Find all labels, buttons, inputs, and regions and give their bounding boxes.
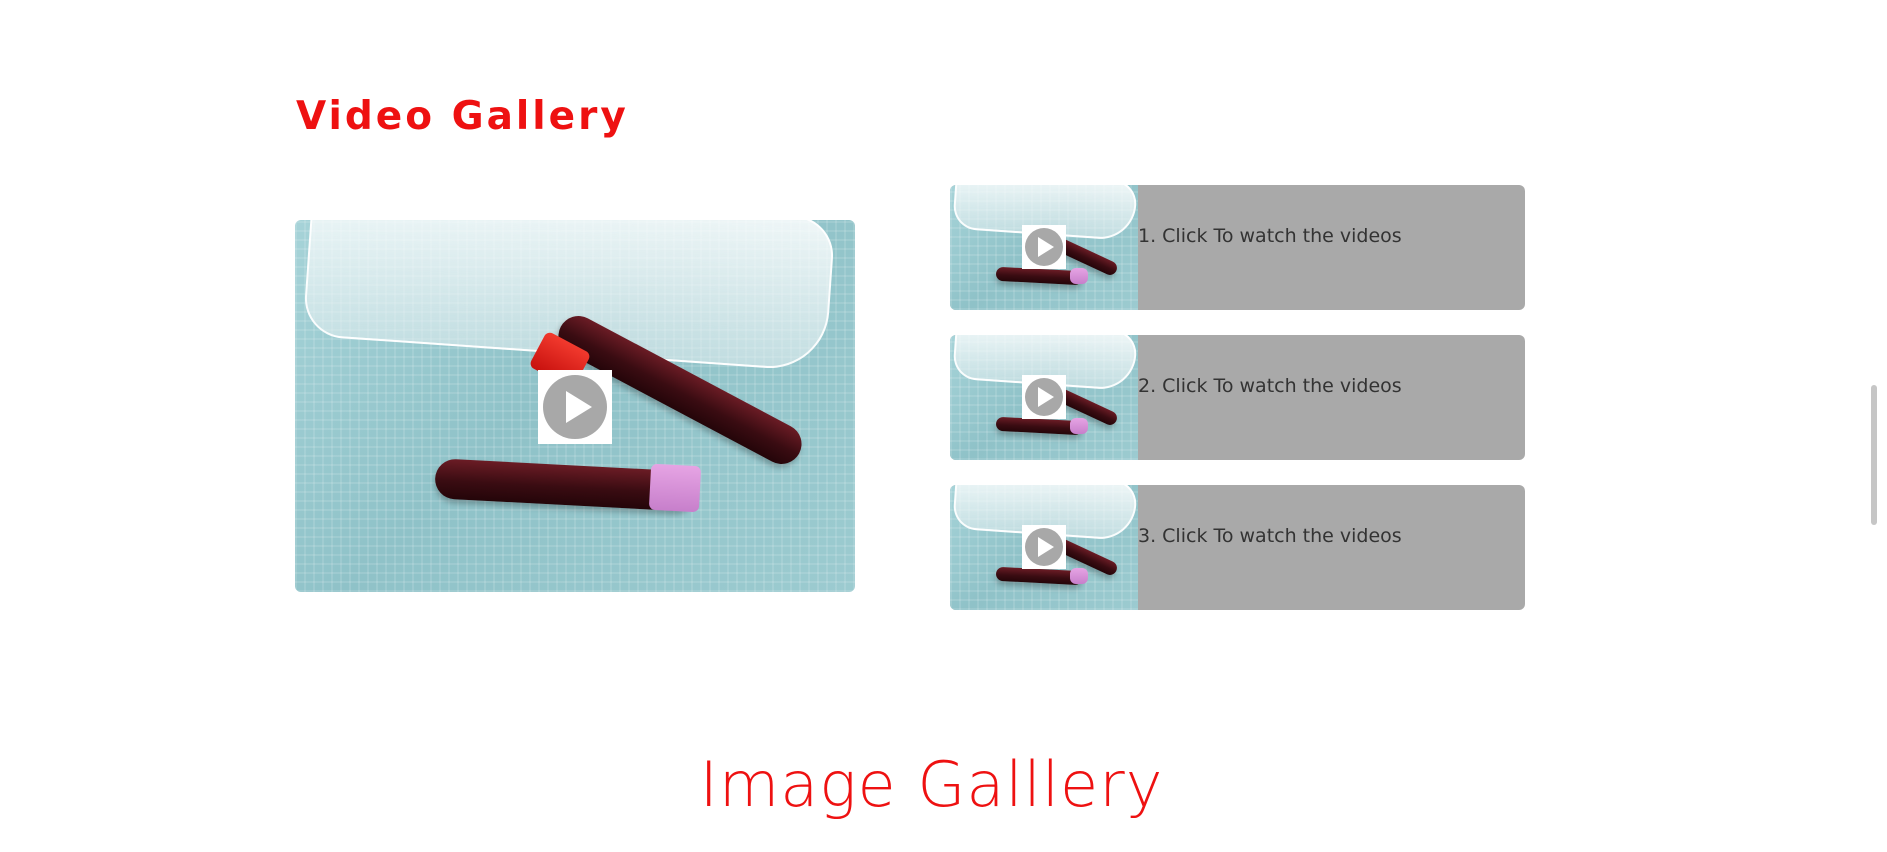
page: Video Gallery 1. Click To watch the vide [0,0,1887,852]
pink-cap-image [1070,418,1088,434]
main-video-player[interactable] [295,220,855,592]
pink-cap-image [1070,568,1088,584]
play-icon[interactable] [538,370,612,444]
video-item-label[interactable]: 3. Click To watch the videos [1138,525,1402,547]
pink-cap-image [1070,268,1088,284]
video-list-item-3[interactable]: 3. Click To watch the videos [950,485,1525,610]
video-gallery-title: Video Gallery [296,94,629,139]
play-icon[interactable] [1022,525,1066,569]
video-thumbnail [950,485,1138,610]
image-gallery-title: Image Galllery [699,748,1164,821]
video-item-label[interactable]: 2. Click To watch the videos [1138,375,1402,397]
video-list-item-1[interactable]: 1. Click To watch the videos [950,185,1525,310]
scrollbar-thumb[interactable] [1871,385,1877,525]
play-icon[interactable] [1022,225,1066,269]
play-icon[interactable] [1022,375,1066,419]
video-item-label[interactable]: 1. Click To watch the videos [1138,225,1402,247]
vertical-scrollbar[interactable] [1863,0,1887,852]
video-thumbnail [950,335,1138,460]
video-thumbnail [950,185,1138,310]
pink-cap-image [648,463,702,513]
video-list-item-2[interactable]: 2. Click To watch the videos [950,335,1525,460]
